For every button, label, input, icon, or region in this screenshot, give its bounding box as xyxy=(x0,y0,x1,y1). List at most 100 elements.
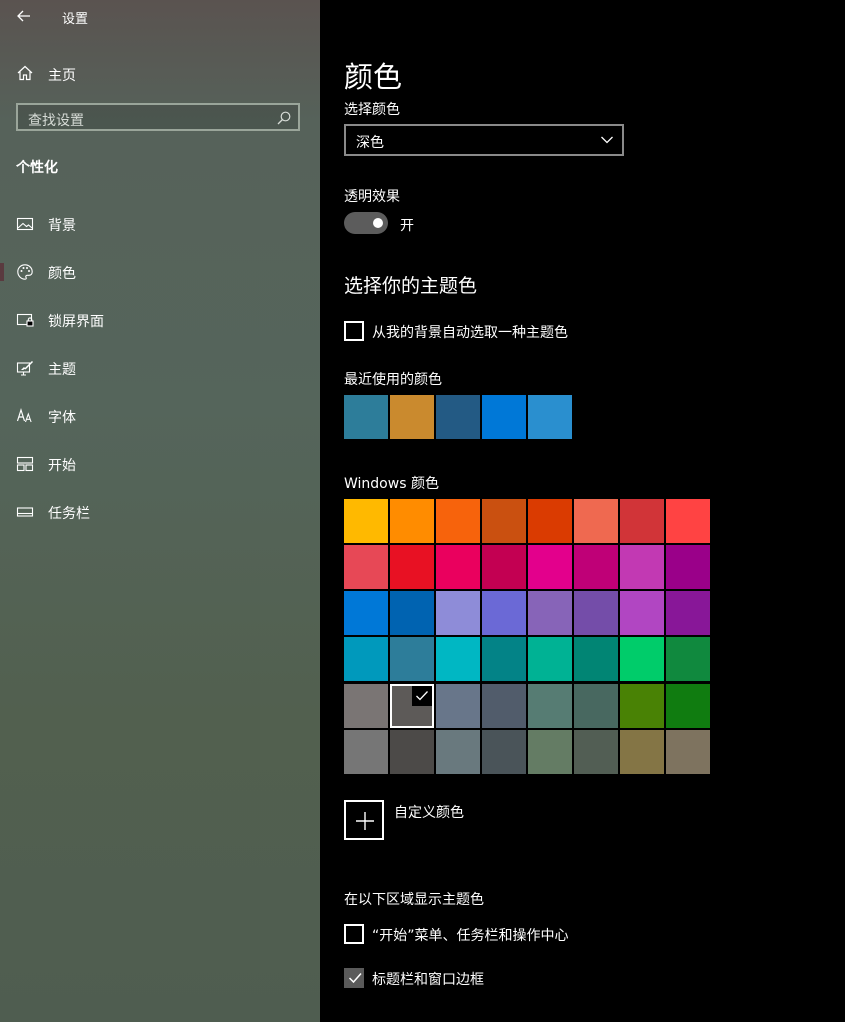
search-input[interactable]: 查找设置 xyxy=(16,103,300,131)
show-on-title-checkbox[interactable] xyxy=(344,968,364,988)
windows-color-swatch[interactable] xyxy=(574,684,618,728)
custom-color-button[interactable] xyxy=(344,800,384,840)
windows-colors-label: Windows 颜色 xyxy=(344,476,439,492)
windows-color-swatch[interactable] xyxy=(620,637,664,681)
windows-color-swatch[interactable] xyxy=(620,730,664,774)
windows-color-swatch[interactable] xyxy=(344,545,388,589)
app-title: 设置 xyxy=(62,12,89,27)
sidebar-item-fonts[interactable]: 字体 xyxy=(0,396,320,436)
taskbar-icon xyxy=(16,507,34,517)
windows-color-swatch[interactable] xyxy=(666,637,710,681)
windows-color-swatch[interactable] xyxy=(436,499,480,543)
sidebar-item-label: 背景 xyxy=(48,218,76,234)
windows-color-swatch[interactable] xyxy=(436,591,480,635)
windows-color-swatch[interactable] xyxy=(666,591,710,635)
chevron-down-icon xyxy=(601,136,613,144)
windows-color-swatch[interactable] xyxy=(574,499,618,543)
windows-color-swatch[interactable] xyxy=(344,591,388,635)
windows-color-swatch[interactable] xyxy=(574,545,618,589)
windows-color-swatch[interactable] xyxy=(344,637,388,681)
sidebar-item-background[interactable]: 背景 xyxy=(0,204,320,244)
recent-color-swatch[interactable] xyxy=(390,395,434,439)
windows-color-swatch[interactable] xyxy=(528,591,572,635)
windows-color-swatch[interactable] xyxy=(666,730,710,774)
windows-color-swatch[interactable] xyxy=(390,637,434,681)
main-content: 颜色 选择颜色 深色 透明效果 开 选择你的主题色 从我的背景自动选取一种主题色… xyxy=(320,0,845,1022)
back-button[interactable] xyxy=(10,4,38,28)
windows-color-swatch[interactable] xyxy=(574,637,618,681)
sidebar-item-label: 锁屏界面 xyxy=(48,314,104,330)
windows-color-swatch[interactable] xyxy=(390,730,434,774)
windows-color-swatch[interactable] xyxy=(620,684,664,728)
show-accent-label: 在以下区域显示主题色 xyxy=(344,892,484,908)
windows-color-swatch[interactable] xyxy=(620,499,664,543)
windows-color-swatch[interactable] xyxy=(344,499,388,543)
lockscreen-icon xyxy=(16,313,34,327)
windows-color-swatch[interactable] xyxy=(666,684,710,728)
sidebar-item-themes[interactable]: 主题 xyxy=(0,348,320,388)
show-on-title-label: 标题栏和窗口边框 xyxy=(372,972,484,988)
palette-icon xyxy=(17,264,33,280)
home-icon xyxy=(17,65,33,81)
windows-color-swatch[interactable] xyxy=(390,684,434,728)
windows-color-swatch[interactable] xyxy=(528,730,572,774)
windows-color-swatch[interactable] xyxy=(436,545,480,589)
windows-color-swatch[interactable] xyxy=(344,730,388,774)
sidebar-item-lockscreen[interactable]: 锁屏界面 xyxy=(0,300,320,340)
sidebar-item-label: 任务栏 xyxy=(48,506,90,522)
windows-color-swatch[interactable] xyxy=(482,545,526,589)
windows-color-swatch[interactable] xyxy=(482,637,526,681)
font-icon xyxy=(16,408,32,423)
back-arrow-icon xyxy=(17,10,30,22)
transparency-state: 开 xyxy=(400,218,414,234)
windows-color-swatch[interactable] xyxy=(436,730,480,774)
checkmark-icon xyxy=(348,973,362,984)
windows-color-swatch[interactable] xyxy=(620,545,664,589)
windows-color-swatch[interactable] xyxy=(344,684,388,728)
sidebar-item-colors[interactable]: 颜色 xyxy=(0,252,320,292)
windows-color-swatch[interactable] xyxy=(574,591,618,635)
windows-color-swatch[interactable] xyxy=(436,684,480,728)
plus-icon xyxy=(356,812,374,830)
sidebar-item-taskbar[interactable]: 任务栏 xyxy=(0,492,320,532)
windows-color-swatch[interactable] xyxy=(620,591,664,635)
theme-icon xyxy=(16,360,34,376)
picture-icon xyxy=(16,217,34,231)
show-on-start-checkbox[interactable] xyxy=(344,924,364,944)
recent-color-swatch[interactable] xyxy=(482,395,526,439)
transparency-toggle[interactable] xyxy=(344,212,388,234)
windows-color-swatch[interactable] xyxy=(482,684,526,728)
windows-color-swatch[interactable] xyxy=(482,499,526,543)
start-icon xyxy=(16,456,34,472)
windows-color-swatch[interactable] xyxy=(666,545,710,589)
recent-color-swatch[interactable] xyxy=(528,395,572,439)
windows-color-swatch[interactable] xyxy=(390,591,434,635)
custom-color-label[interactable]: 自定义颜色 xyxy=(394,802,464,822)
page-title: 颜色 xyxy=(344,60,403,94)
windows-color-swatch[interactable] xyxy=(528,637,572,681)
sidebar-item-label: 颜色 xyxy=(48,266,76,282)
auto-pick-label: 从我的背景自动选取一种主题色 xyxy=(372,325,568,341)
recent-color-swatch[interactable] xyxy=(436,395,480,439)
recent-color-swatch[interactable] xyxy=(344,395,388,439)
show-on-start-label: “开始”菜单、任务栏和操作中心 xyxy=(372,928,569,944)
title-bar: 设置 xyxy=(0,0,320,34)
windows-color-swatch[interactable] xyxy=(390,545,434,589)
windows-color-swatch[interactable] xyxy=(666,499,710,543)
windows-color-swatch[interactable] xyxy=(574,730,618,774)
nav-home[interactable]: 主页 xyxy=(0,56,320,90)
auto-pick-checkbox[interactable] xyxy=(344,321,364,341)
recent-colors-label: 最近使用的颜色 xyxy=(344,372,442,388)
windows-color-swatch[interactable] xyxy=(390,499,434,543)
nav-home-label: 主页 xyxy=(48,68,76,84)
windows-color-swatch[interactable] xyxy=(528,499,572,543)
windows-color-swatch[interactable] xyxy=(436,637,480,681)
windows-color-swatch[interactable] xyxy=(482,730,526,774)
search-icon xyxy=(277,111,291,125)
windows-color-swatch[interactable] xyxy=(482,591,526,635)
windows-color-swatch[interactable] xyxy=(528,684,572,728)
windows-color-swatch[interactable] xyxy=(528,545,572,589)
color-mode-dropdown[interactable]: 深色 xyxy=(344,124,624,156)
sidebar-item-label: 字体 xyxy=(48,410,76,426)
sidebar-item-start[interactable]: 开始 xyxy=(0,444,320,484)
